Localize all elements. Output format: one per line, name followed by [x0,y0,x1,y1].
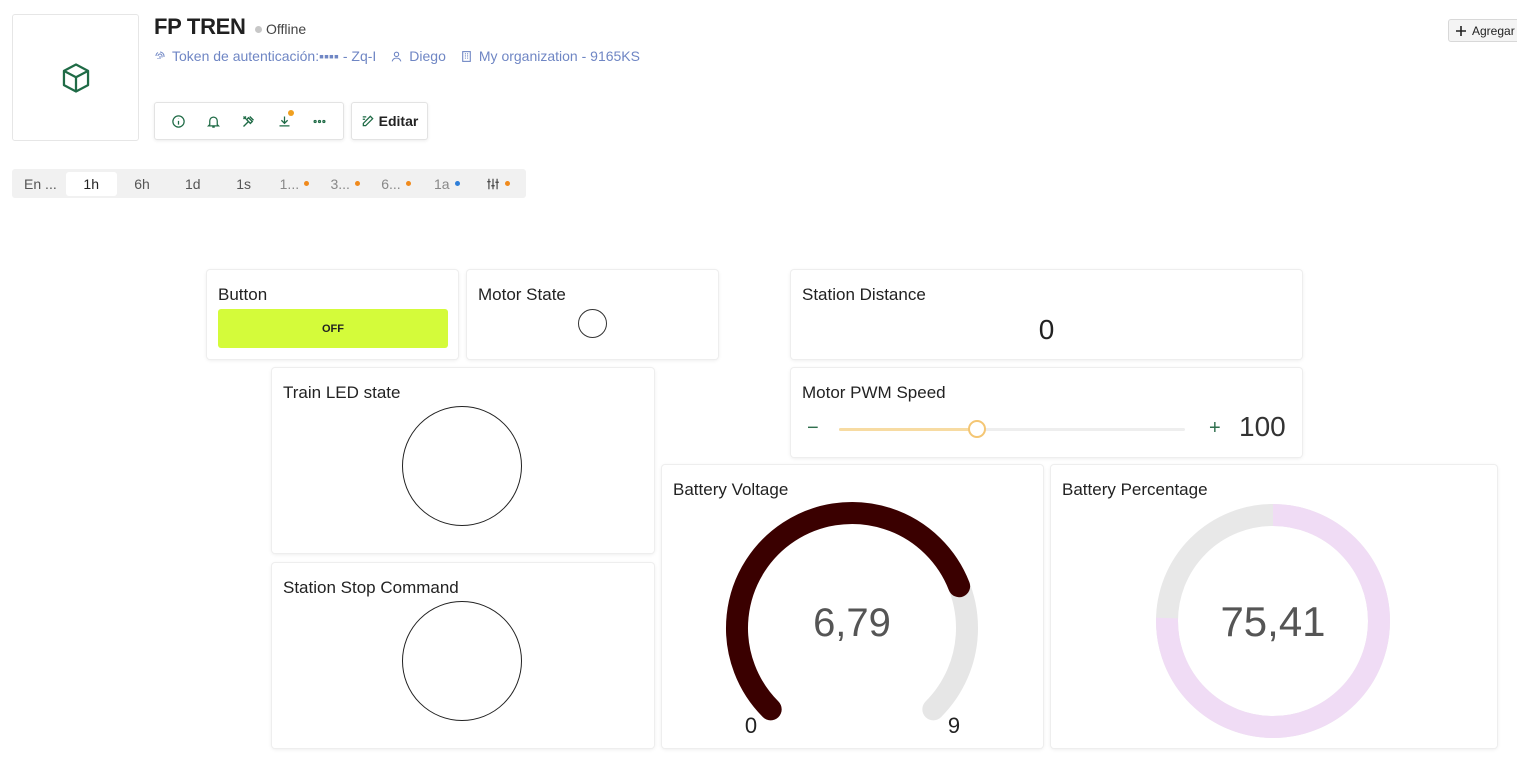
tools-button[interactable] [237,109,261,133]
widget-title: Station Stop Command [283,578,459,597]
auth-token-label: Token de autenticación:▪▪▪▪ - Zq-I [172,48,377,64]
widget-battery-percentage: Battery Percentage 75,41 [1051,465,1497,748]
widget-battery-voltage: Battery Voltage 6,79 0 9 [662,465,1043,748]
cube-icon [62,62,89,93]
increment-button[interactable]: + [1209,417,1221,440]
notifications-button[interactable] [202,109,226,133]
widget-motor-state: Motor State [467,270,718,359]
gauge-max-label: 9 [948,713,960,738]
widget-station-stop: Station Stop Command [272,563,654,748]
download-button[interactable] [272,109,296,133]
widget-motor-pwm: Motor PWM Speed − + 100 [791,368,1302,457]
switch-button[interactable]: OFF [218,309,448,348]
percentage-ring: 75,41 [1156,504,1390,738]
time-range-label: 3... [330,175,350,192]
more-button[interactable] [307,109,331,133]
time-range-option[interactable]: 1d [167,172,218,196]
decrement-button[interactable]: − [807,417,819,440]
time-range-dot [304,181,310,186]
widget-title: Station Distance [802,285,926,304]
station-distance-value: 0 [1038,314,1055,345]
widget-title: Motor State [478,285,566,304]
time-range-option[interactable]: 1s [218,172,269,196]
device-thumbnail [12,14,139,141]
slider-fill [839,428,978,431]
widget-station-distance: Station Distance 0 [791,270,1302,359]
auth-token[interactable]: Token de autenticación:▪▪▪▪ - Zq-I [154,48,376,64]
widget-button: Button OFF [207,270,458,359]
pwm-value: 100 [1239,411,1286,442]
time-range-dot [354,181,360,186]
tools-icon [243,115,255,127]
time-range-selector: En ... 1h 6h 1d 1s 1... 3... 6... 1a [12,169,526,198]
slider-thumb[interactable] [968,420,987,438]
organization-name: My organization - 9165KS [478,48,640,64]
time-range-label: 1a [433,175,450,192]
time-range-label: En ... [24,175,57,192]
user-icon [391,51,402,62]
voltage-gauge: 6,79 0 9 [726,502,978,738]
download-badge [288,110,295,116]
edit-button-label: Editar [378,113,419,129]
time-range-option[interactable]: 1... [269,172,320,196]
time-range-label: 6h [134,175,150,192]
info-button[interactable] [167,109,191,133]
info-icon [172,114,185,128]
voltage-value: 6,79 [813,601,891,645]
time-range-option[interactable]: 6... [371,172,422,196]
edit-button[interactable]: Editar [351,102,428,140]
widget-train-led: Train LED state [272,368,654,553]
time-range-label: 1h [83,175,99,192]
time-range-dot [405,181,411,186]
bell-icon [207,116,221,128]
widget-title: Motor PWM Speed [802,383,946,402]
time-range-label: 6... [381,175,401,192]
time-range-option[interactable]: 6h [117,172,168,196]
train-led-indicator [402,406,522,526]
time-range-option[interactable]: 3... [320,172,371,196]
time-range-label: 1... [279,175,300,192]
building-icon [462,50,471,62]
time-range-dot [454,181,460,186]
gauge-min-label: 0 [745,713,757,738]
widget-title: Train LED state [283,383,401,402]
device-status: Offline [255,21,306,37]
status-dot [255,25,262,33]
time-range-dot [504,181,510,186]
device-toolbar [154,102,344,140]
time-range-label: 1d [185,175,201,192]
add-button-label: Agregar [1472,23,1515,38]
add-button[interactable]: Agregar [1448,19,1517,42]
fingerprint-icon [155,51,165,59]
motor-state-led [578,309,607,338]
owner-name: Diego [409,48,446,64]
time-range-option[interactable]: 1h [65,171,117,196]
more-icon [313,119,326,123]
time-range-option[interactable]: En ... [15,172,66,196]
pwm-slider[interactable] [839,420,1185,438]
time-range-option[interactable] [472,172,523,196]
time-range-label: 1s [236,175,251,192]
time-range-option[interactable]: 1a [421,172,472,196]
percentage-value: 75,41 [1220,598,1325,645]
edit-dashboard-icon [362,115,374,127]
filter-sliders-icon [486,178,499,189]
station-stop-indicator [402,601,522,721]
widget-title: Button [218,285,268,304]
device-owner[interactable]: Diego [390,48,446,64]
status-text: Offline [266,21,307,37]
plus-icon [1456,25,1466,36]
device-meta: Token de autenticación:▪▪▪▪ - Zq-I Diego… [154,48,654,64]
device-title: FP TREN [154,14,246,39]
device-organization[interactable]: My organization - 9165KS [460,48,640,64]
